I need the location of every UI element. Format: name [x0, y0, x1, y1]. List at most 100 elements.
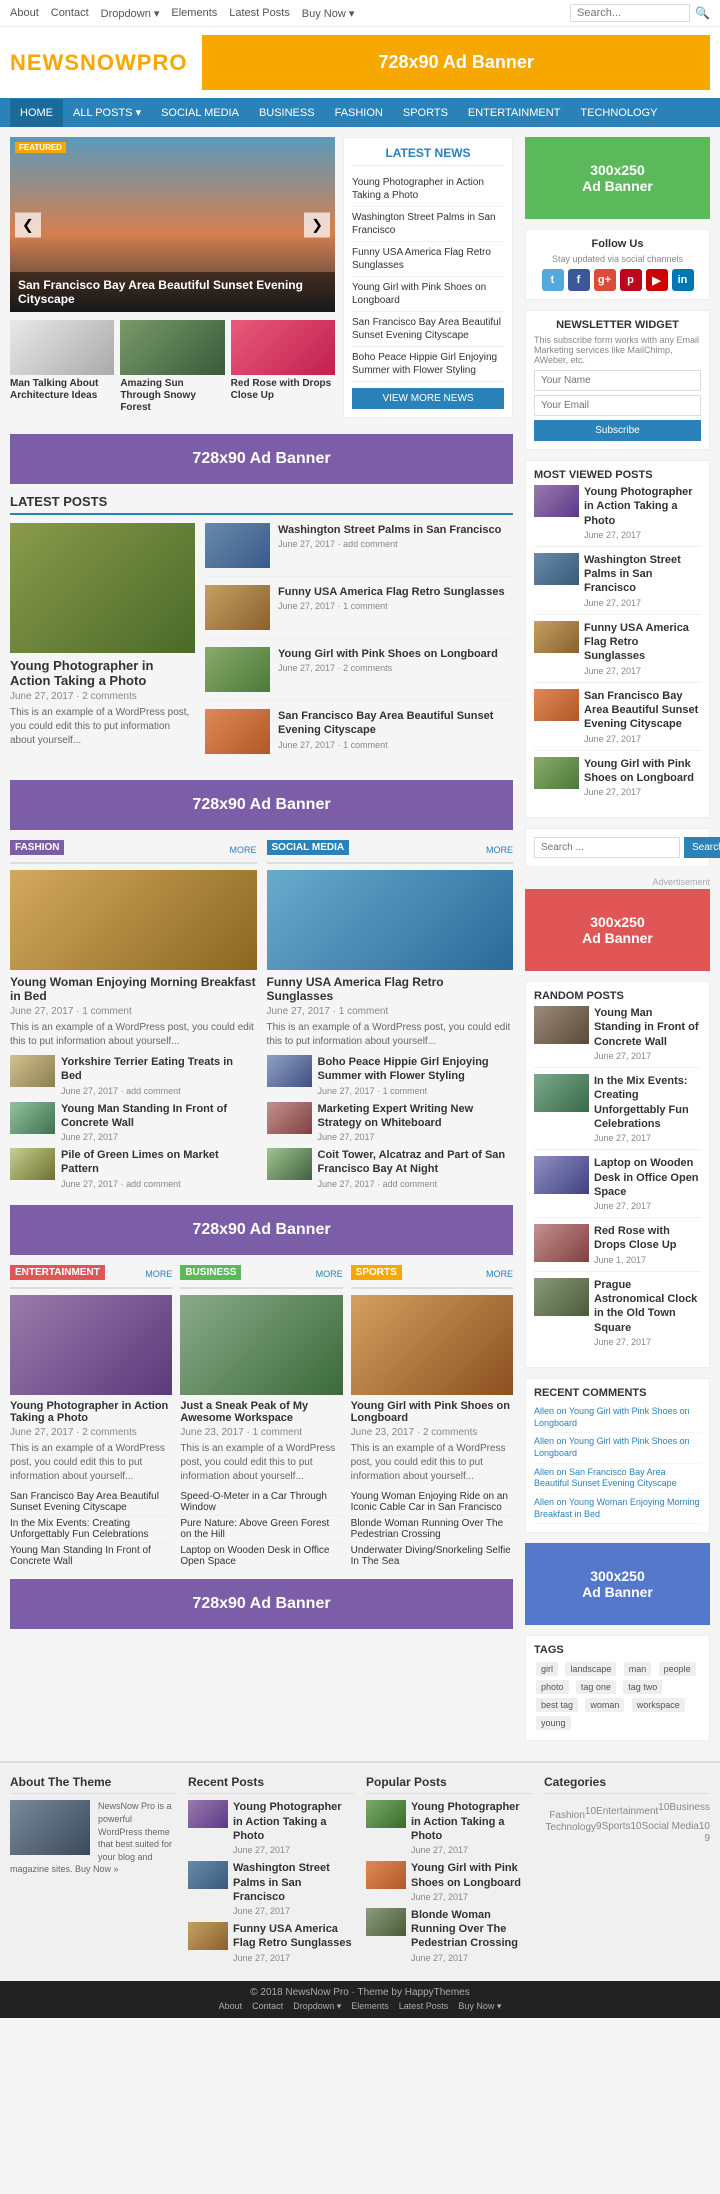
mv-item-5[interactable]: Young Girl with Pink Shoes on LongboardJ… [534, 757, 701, 804]
newsletter-subscribe-button[interactable]: Subscribe [534, 420, 701, 441]
biz-sp-1[interactable]: Speed-O-Meter in a Car Through Window [180, 1489, 342, 1516]
search-icon[interactable]: 🔍 [695, 6, 710, 20]
tag-girl[interactable]: girl [536, 1662, 558, 1676]
tag-two[interactable]: tag two [623, 1680, 662, 1694]
footer-nav-about[interactable]: About [219, 2001, 243, 2012]
latest-news-item-5[interactable]: San Francisco Bay Area Beautiful Sunset … [352, 312, 504, 347]
tag-young[interactable]: young [536, 1716, 571, 1730]
tag-woman[interactable]: woman [585, 1698, 624, 1712]
nav-contact[interactable]: Contact [51, 7, 89, 20]
footer-popular-1[interactable]: Young Photographer in Action Taking a Ph… [366, 1800, 532, 1855]
rp-item-1[interactable]: Young Man Standing in Front of Concrete … [534, 1006, 701, 1068]
spo-sp-1[interactable]: Young Woman Enjoying Ride on an Iconic C… [351, 1489, 513, 1516]
latest-news-item-6[interactable]: Boho Peace Hippie Girl Enjoying Summer w… [352, 347, 504, 382]
spo-more[interactable]: MORE [486, 1269, 513, 1279]
ent-sp-2[interactable]: In the Mix Events: Creating Unforgettabl… [10, 1516, 172, 1543]
footer-nav-contact[interactable]: Contact [252, 2001, 283, 2012]
rp-item-4[interactable]: Red Rose with Drops Close UpJune 1, 2017 [534, 1224, 701, 1272]
nav-home[interactable]: HOME [10, 99, 63, 127]
latest-news-item-4[interactable]: Young Girl with Pink Shoes on Longboard [352, 277, 504, 312]
fashion-small-1[interactable]: Yorkshire Terrier Eating Treats in BedJu… [10, 1055, 257, 1096]
hero-arrow-left[interactable]: ❮ [15, 212, 41, 237]
mv-item-2[interactable]: Washington Street Palms in San Francisco… [534, 553, 701, 615]
footer-nav-latest[interactable]: Latest Posts [399, 2001, 449, 2012]
pinterest-icon[interactable]: p [620, 269, 642, 291]
nav-sports[interactable]: SPORTS [393, 99, 458, 127]
nav-entertainment[interactable]: ENTERTAINMENT [458, 99, 571, 127]
sidebar-search-input[interactable] [534, 837, 680, 858]
ent-featured-title[interactable]: Young Photographer in Action Taking a Ph… [10, 1400, 172, 1424]
mv-item-4[interactable]: San Francisco Bay Area Beautiful Sunset … [534, 689, 701, 751]
linkedin-icon[interactable]: in [672, 269, 694, 291]
tag-people[interactable]: people [659, 1662, 696, 1676]
thumb-2[interactable]: Amazing Sun Through Snowy Forest [120, 320, 224, 414]
footer-recent-2[interactable]: Washington Street Palms in San Francisco… [188, 1861, 354, 1916]
spo-sp-2[interactable]: Blonde Woman Running Over The Pedestrian… [351, 1516, 513, 1543]
mv-item-1[interactable]: Young Photographer in Action Taking a Ph… [534, 485, 701, 547]
newsletter-name-input[interactable] [534, 370, 701, 391]
tag-man[interactable]: man [624, 1662, 652, 1676]
latest-news-item-3[interactable]: Funny USA America Flag Retro Sunglasses [352, 242, 504, 277]
biz-sp-3[interactable]: Laptop on Wooden Desk in Office Open Spa… [180, 1543, 342, 1569]
thumb-3[interactable]: Red Rose with Drops Close Up [231, 320, 335, 414]
spo-featured-title[interactable]: Young Girl with Pink Shoes on Longboard [351, 1400, 513, 1424]
nav-all-posts[interactable]: ALL POSTS ▾ [63, 98, 151, 127]
biz-sp-2[interactable]: Pure Nature: Above Green Forest on the H… [180, 1516, 342, 1543]
footer-nav-dropdown[interactable]: Dropdown ▾ [293, 2001, 341, 2012]
twitter-icon[interactable]: t [542, 269, 564, 291]
footer-recent-1[interactable]: Young Photographer in Action Taking a Ph… [188, 1800, 354, 1855]
tag-landscape[interactable]: landscape [565, 1662, 616, 1676]
tag-workspace[interactable]: workspace [632, 1698, 685, 1712]
ent-sp-1[interactable]: San Francisco Bay Area Beautiful Sunset … [10, 1489, 172, 1516]
spo-sp-3[interactable]: Underwater Diving/Snorkeling Selfie In T… [351, 1543, 513, 1569]
nav-elements[interactable]: Elements [171, 7, 217, 20]
biz-featured-title[interactable]: Just a Sneak Peak of My Awesome Workspac… [180, 1400, 342, 1424]
social-more[interactable]: MORE [486, 845, 513, 855]
latest-news-item-2[interactable]: Washington Street Palms in San Francisco [352, 207, 504, 242]
nav-dropdown[interactable]: Dropdown ▾ [101, 7, 160, 20]
googleplus-icon[interactable]: g+ [594, 269, 616, 291]
hero-arrow-right[interactable]: ❯ [304, 212, 330, 237]
latest-news-item-1[interactable]: Young Photographer in Action Taking a Ph… [352, 172, 504, 207]
social-featured-title[interactable]: Funny USA America Flag Retro Sunglasses [267, 975, 514, 1003]
fashion-more[interactable]: MORE [230, 845, 257, 855]
tag-one[interactable]: tag one [576, 1680, 616, 1694]
nav-fashion[interactable]: FASHION [325, 99, 393, 127]
nav-latest-posts[interactable]: Latest Posts [229, 7, 290, 20]
nav-business[interactable]: BUSINESS [249, 99, 325, 127]
biz-more[interactable]: MORE [316, 1269, 343, 1279]
rp-item-3[interactable]: Laptop on Wooden Desk in Office Open Spa… [534, 1156, 701, 1218]
ent-more[interactable]: MORE [145, 1269, 172, 1279]
ent-sp-3[interactable]: Young Man Standing In Front of Concrete … [10, 1543, 172, 1569]
fashion-small-3[interactable]: Pile of Green Limes on Market PatternJun… [10, 1148, 257, 1189]
nav-social-media[interactable]: SOCIAL MEDIA [151, 99, 249, 127]
footer-nav-elements[interactable]: Elements [351, 2001, 389, 2012]
newsletter-email-input[interactable] [534, 395, 701, 416]
rp-item-5[interactable]: Prague Astronomical Clock in the Old Tow… [534, 1278, 701, 1353]
lp-item-3[interactable]: Young Girl with Pink Shoes on LongboardJ… [205, 647, 513, 701]
tag-best[interactable]: best tag [536, 1698, 578, 1712]
view-more-news[interactable]: VIEW MORE NEWS [352, 388, 504, 409]
sidebar-search-button[interactable]: Search [684, 837, 720, 858]
rp-item-2[interactable]: In the Mix Events: Creating Unforgettabl… [534, 1074, 701, 1150]
lp-item-4[interactable]: San Francisco Bay Area Beautiful Sunset … [205, 709, 513, 762]
fashion-featured-title[interactable]: Young Woman Enjoying Morning Breakfast i… [10, 975, 257, 1003]
nav-technology[interactable]: TECHNOLOGY [570, 99, 667, 127]
nav-buy-now[interactable]: Buy Now ▾ [302, 7, 355, 20]
mv-item-3[interactable]: Funny USA America Flag Retro SunglassesJ… [534, 621, 701, 683]
youtube-icon[interactable]: ▶ [646, 269, 668, 291]
footer-nav-buy[interactable]: Buy Now ▾ [458, 2001, 501, 2012]
search-input[interactable] [570, 4, 690, 22]
social-small-3[interactable]: Coit Tower, Alcatraz and Part of San Fra… [267, 1148, 514, 1189]
lp-item-1[interactable]: Washington Street Palms in San Francisco… [205, 523, 513, 577]
nav-about[interactable]: About [10, 7, 39, 20]
footer-recent-3[interactable]: Funny USA America Flag Retro SunglassesJ… [188, 1922, 354, 1963]
fashion-small-2[interactable]: Young Man Standing In Front of Concrete … [10, 1102, 257, 1143]
footer-popular-3[interactable]: Blonde Woman Running Over The Pedestrian… [366, 1908, 532, 1963]
footer-popular-2[interactable]: Young Girl with Pink Shoes on LongboardJ… [366, 1861, 532, 1902]
tag-photo[interactable]: photo [536, 1680, 569, 1694]
social-small-2[interactable]: Marketing Expert Writing New Strategy on… [267, 1102, 514, 1143]
featured-title[interactable]: Young Photographer in Action Taking a Ph… [10, 658, 195, 688]
lp-item-2[interactable]: Funny USA America Flag Retro SunglassesJ… [205, 585, 513, 639]
facebook-icon[interactable]: f [568, 269, 590, 291]
